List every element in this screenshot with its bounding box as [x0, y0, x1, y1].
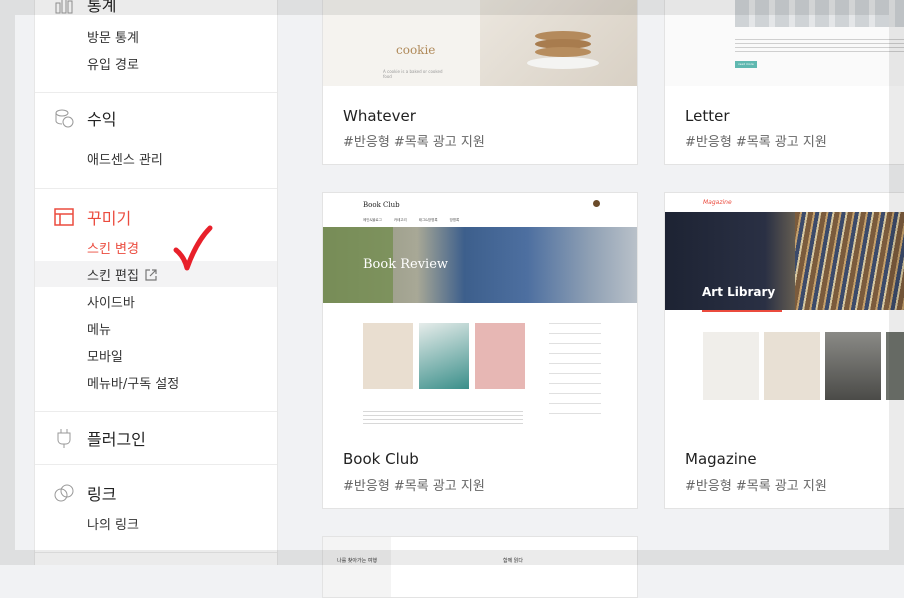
- thumb-book-cover: [363, 323, 413, 389]
- sidebar-item-menu[interactable]: 메뉴: [87, 319, 111, 338]
- avatar: [593, 200, 600, 207]
- skin-name: Letter: [685, 107, 730, 125]
- thumb-logo: Book Club: [363, 201, 400, 209]
- thumb-nav-item: 방명록: [449, 218, 460, 222]
- thumb-banner-title: Art Library: [702, 285, 776, 299]
- bar-chart-icon: [55, 0, 73, 14]
- thumb-panel: [323, 537, 391, 597]
- skin-thumbnail: read more: [665, 0, 904, 86]
- link-icon: [54, 484, 74, 502]
- thumb-sidebar-list: [549, 323, 601, 423]
- skin-card-book-club[interactable]: Book Club 메인&블로그 카테고리 태그&방명록 방명록 Book Re…: [322, 192, 638, 509]
- thumb-nav-item: 태그&방명록: [418, 218, 438, 222]
- thumb-photo: [825, 332, 881, 400]
- sidebar-section-stats-title: 통계: [87, 0, 117, 15]
- divider: [35, 464, 277, 465]
- thumb-text-lines: [735, 39, 904, 55]
- thumb-cookie-caption: A cookie is a baked or cooked food: [383, 69, 443, 79]
- skin-thumbnail: Magazine Art Library: [665, 193, 904, 429]
- sidebar-item-adsense[interactable]: 애드센스 관리: [87, 149, 163, 168]
- sidebar-item-menubar[interactable]: 메뉴바/구독 설정: [87, 373, 179, 392]
- thumb-photo: [480, 0, 637, 86]
- skin-tags: #반응형 #목록 광고 지원: [685, 479, 827, 494]
- check-mark-icon: [173, 225, 213, 271]
- thumb-bookshelf: [795, 212, 904, 310]
- skin-card-whatever[interactable]: cookie A cookie is a baked or cooked foo…: [322, 0, 638, 165]
- sidebar-section-plugin-title: 플러그인: [87, 430, 146, 449]
- thumb-cookie-text: cookie: [396, 43, 436, 57]
- divider: [35, 552, 277, 553]
- thumb-nav-item: 메인&블로그: [363, 218, 382, 222]
- sidebar-section-plugin[interactable]: 플러그인: [53, 426, 146, 450]
- sidebar-section-revenue[interactable]: 수익: [53, 106, 116, 130]
- skin-name: Book Club: [343, 450, 419, 468]
- sidebar-item-referrer[interactable]: 유입 경로: [87, 54, 139, 73]
- thumb-photo: [764, 332, 820, 400]
- thumb-book-cover: [475, 323, 525, 389]
- sidebar-item-mobile[interactable]: 모바일: [87, 346, 123, 365]
- sidebar-section-revenue-title: 수익: [87, 110, 117, 129]
- thumb-text-lines: [363, 411, 523, 425]
- sidebar-section-stats[interactable]: 통계: [53, 0, 116, 16]
- skin-tags: #반응형 #목록 광고 지원: [343, 135, 485, 150]
- coins-icon: [55, 109, 74, 128]
- sidebar-item-visit-stats[interactable]: 방문 통계: [87, 27, 139, 46]
- layout-icon: [54, 208, 74, 226]
- divider: [35, 92, 277, 93]
- sidebar-section-link[interactable]: 링크: [53, 481, 116, 505]
- sidebar-section-link-title: 링크: [87, 485, 117, 504]
- sidebar-item-sidebar[interactable]: 사이드바: [87, 292, 135, 311]
- skin-thumbnail: Book Club 메인&블로그 카테고리 태그&방명록 방명록 Book Re…: [323, 193, 637, 429]
- skin-card-letter[interactable]: read more Letter #반응형 #목록 광고 지원: [664, 0, 904, 165]
- thumb-photo: [886, 332, 904, 400]
- skin-tags: #반응형 #목록 광고 지원: [343, 479, 485, 494]
- thumb-photo: [735, 0, 904, 27]
- plug-icon: [57, 429, 71, 448]
- admin-sidebar: 통계 방문 통계 유입 경로 수익 애드센스 관리 꾸미기 스킨 변경 스킨 편…: [34, 0, 278, 565]
- skin-name: Whatever: [343, 107, 416, 125]
- skin-card-partial[interactable]: 나를 찾아가는 여행 함께 읽다: [322, 536, 638, 598]
- skin-thumbnail: cookie A cookie is a baked or cooked foo…: [323, 0, 637, 86]
- skin-name: Magazine: [685, 450, 757, 468]
- thumb-book-cover: [419, 323, 469, 389]
- thumb-logo: Magazine: [703, 199, 732, 206]
- thumb-nav: 메인&블로그 카테고리 태그&방명록 방명록: [363, 218, 459, 223]
- sidebar-item-skin-change[interactable]: 스킨 변경: [87, 238, 139, 257]
- skin-card-magazine[interactable]: Magazine Art Library Magazine #반응형 #목록 광…: [664, 192, 904, 509]
- divider: [35, 411, 277, 412]
- accent-line: [702, 310, 782, 312]
- sidebar-item-my-links[interactable]: 나의 링크: [87, 514, 139, 533]
- skin-thumbnail: 나를 찾아가는 여행 함께 읽다: [323, 537, 637, 597]
- thumb-photo: [703, 332, 759, 400]
- sidebar-item-skin-edit-label: 스킨 편집: [87, 269, 139, 284]
- thumb-read-more-button: read more: [735, 61, 757, 68]
- external-link-icon: [145, 268, 157, 281]
- thumb-banner: Art Library: [665, 212, 904, 310]
- sidebar-section-decorate-title: 꾸미기: [87, 209, 132, 228]
- thumb-right-title: 함께 읽다: [503, 558, 523, 564]
- skin-tags: #반응형 #목록 광고 지원: [685, 135, 827, 150]
- thumb-banner-title: Book Review: [363, 257, 449, 272]
- thumb-nav-item: 카테고리: [393, 218, 407, 222]
- sidebar-item-skin-edit[interactable]: 스킨 편집: [87, 265, 158, 284]
- thumb-banner: Book Review: [323, 227, 637, 303]
- sidebar-section-decorate[interactable]: 꾸미기: [53, 205, 131, 229]
- thumb-left-title: 나를 찾아가는 여행: [337, 558, 377, 564]
- divider: [35, 188, 277, 189]
